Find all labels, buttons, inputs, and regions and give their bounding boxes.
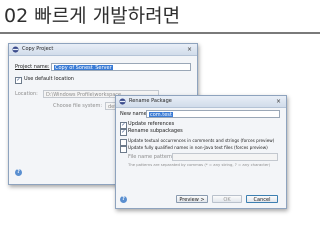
- project-name-label: Project name:: [15, 64, 50, 70]
- update-qualified-names-label: Update fully qualified names in non-Java…: [128, 145, 268, 150]
- update-qualified-names-checkbox[interactable]: [120, 146, 127, 153]
- file-name-patterns-label: File name patterns:: [128, 154, 177, 160]
- update-textual-occurrences-checkbox[interactable]: [120, 139, 127, 146]
- close-icon[interactable]: ×: [186, 46, 193, 53]
- help-icon[interactable]: ?: [15, 169, 22, 176]
- file-name-patterns-field[interactable]: [172, 153, 278, 161]
- copy-project-title: Copy Project: [22, 46, 54, 52]
- update-references-checkbox[interactable]: ✓: [120, 122, 127, 129]
- choose-file-system-label: Choose file system:: [53, 103, 103, 109]
- rename-subpackages-label: Rename subpackages: [128, 128, 183, 134]
- rename-package-title: Rename Package: [129, 98, 172, 104]
- close-icon[interactable]: ×: [275, 98, 282, 105]
- ok-button[interactable]: OK: [212, 195, 242, 203]
- project-name-value: Copy of Sonest_Server: [54, 65, 113, 71]
- slide-title: 02 빠르게 개발하려면: [4, 5, 181, 27]
- rename-package-dialog: Rename Package × New name: com.test ✓ Up…: [115, 95, 287, 209]
- rename-package-titlebar[interactable]: Rename Package ×: [116, 96, 286, 108]
- new-name-value: com.test: [149, 112, 173, 118]
- preview-button[interactable]: Preview >: [176, 195, 208, 203]
- patterns-hint: The patterns are separated by commas (* …: [128, 162, 271, 167]
- project-name-field[interactable]: Copy of Sonest_Server: [51, 63, 191, 71]
- help-icon[interactable]: ?: [120, 196, 127, 203]
- rename-subpackages-checkbox[interactable]: ✓: [120, 129, 127, 136]
- new-name-field[interactable]: com.test: [146, 110, 280, 118]
- eclipse-app-icon: [12, 46, 19, 53]
- use-default-location-checkbox[interactable]: ✓: [15, 77, 22, 84]
- new-name-label: New name:: [120, 111, 149, 117]
- use-default-location-label: Use default location: [24, 76, 74, 82]
- location-value: D:\Windows Profile\workspace: [46, 92, 122, 98]
- title-divider: [0, 32, 320, 34]
- copy-project-titlebar[interactable]: Copy Project ×: [9, 44, 197, 56]
- location-label: Location:: [15, 91, 38, 97]
- cancel-button[interactable]: Cancel: [246, 195, 278, 203]
- eclipse-app-icon: [119, 98, 126, 105]
